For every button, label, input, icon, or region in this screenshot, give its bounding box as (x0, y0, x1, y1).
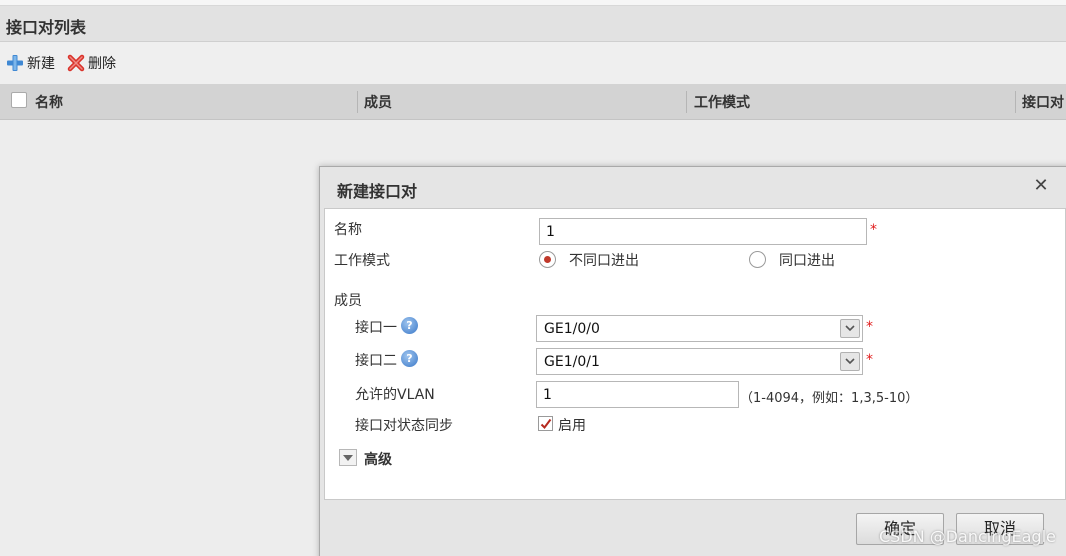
sync-enable-label[interactable]: 启用 (558, 415, 586, 435)
vlan-label: 允许的VLAN (355, 387, 435, 403)
sync-label: 接口对状态同步 (355, 418, 453, 434)
column-header-work-mode[interactable]: 工作模式 (694, 84, 750, 120)
help-icon[interactable]: ? (401, 317, 418, 334)
column-header-name[interactable]: 名称 (35, 84, 63, 120)
new-interface-pair-dialog: 新建接口对 ✕ 名称 * 工作模式 不同口进出 同口进出 成员 接口一 ? GE… (319, 166, 1066, 556)
panel-title-bar: 接口对列表 (0, 6, 1066, 42)
members-label: 成员 (334, 293, 362, 309)
expand-triangle-icon[interactable] (339, 449, 357, 466)
radio-same-port[interactable] (749, 251, 766, 268)
required-mark: * (870, 222, 877, 238)
red-x-icon (67, 54, 85, 72)
radio-different-port-label[interactable]: 不同口进出 (569, 250, 639, 270)
iface1-label: 接口一 (355, 320, 397, 336)
close-icon[interactable]: ✕ (1032, 177, 1050, 195)
chevron-down-icon[interactable] (840, 352, 860, 371)
column-separator[interactable] (686, 91, 687, 113)
chevron-down-icon[interactable] (840, 319, 860, 338)
grid-header: 名称 成员 工作模式 接口对 (0, 84, 1066, 120)
radio-different-port[interactable] (539, 251, 556, 268)
column-header-interface-pair[interactable]: 接口对 (1022, 84, 1066, 120)
delete-button-label: 删除 (88, 56, 116, 72)
dialog-body: 名称 * 工作模式 不同口进出 同口进出 成员 接口一 ? GE1/0/0 * … (324, 208, 1066, 500)
work-mode-label: 工作模式 (334, 253, 390, 269)
checkmark-icon (540, 418, 552, 430)
help-icon[interactable]: ? (401, 350, 418, 367)
iface2-label: 接口二 (355, 353, 397, 369)
iface1-value: GE1/0/0 (544, 321, 600, 337)
required-mark: * (866, 352, 873, 368)
name-input[interactable] (539, 218, 867, 245)
vlan-hint: （1-4094，例如：1,3,5-10） (740, 391, 919, 406)
delete-button[interactable]: 删除 (67, 53, 116, 73)
sync-enable-checkbox[interactable] (538, 416, 553, 431)
select-all-checkbox[interactable] (11, 92, 27, 108)
new-button-label: 新建 (27, 56, 55, 72)
watermark: CSDN @DancingEagle (879, 527, 1056, 546)
column-separator[interactable] (1015, 91, 1016, 113)
new-button[interactable]: 新建 (6, 53, 55, 73)
radio-same-port-label[interactable]: 同口进出 (779, 250, 835, 270)
column-separator[interactable] (357, 91, 358, 113)
name-label: 名称 (334, 222, 362, 238)
required-mark: * (866, 319, 873, 335)
advanced-toggle[interactable]: 高级 (364, 449, 392, 469)
iface2-value: GE1/0/1 (544, 354, 600, 370)
toolbar: 新建 删除 (0, 42, 1066, 84)
dialog-title: 新建接口对 (337, 182, 418, 201)
column-header-members[interactable]: 成员 (364, 84, 392, 120)
dialog-header: 新建接口对 ✕ (320, 167, 1066, 207)
vlan-input[interactable] (536, 381, 739, 408)
iface1-select[interactable]: GE1/0/0 (536, 315, 863, 342)
iface2-select[interactable]: GE1/0/1 (536, 348, 863, 375)
panel-title: 接口对列表 (6, 18, 87, 37)
plus-icon (7, 55, 23, 71)
